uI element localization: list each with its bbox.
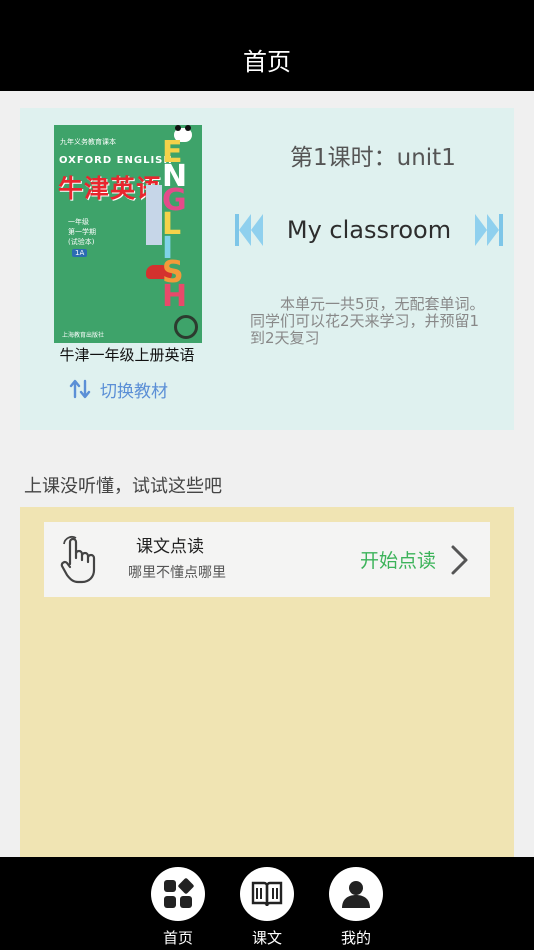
cover-letter: H: [162, 279, 188, 314]
cover-press: 上海教育出版社: [62, 332, 105, 339]
lesson-title: My classroom: [286, 216, 452, 244]
tab-mine-label: 我的: [340, 929, 371, 947]
page-title: 首页: [243, 48, 291, 76]
lesson-number: 第1课时：unit1: [290, 145, 456, 171]
practice-panel: 课文点读 哪里不懂点哪里 开始点读: [20, 507, 514, 867]
cover-badge: 1A: [72, 249, 88, 257]
practice-hint: 上课没听懂，试试这些吧: [24, 476, 222, 497]
item-title: 课文点读: [136, 537, 204, 557]
lesson-description: 本单元一共5页，无配套单词。同学们可以花2天来学习，并预留1到2天复习: [250, 295, 485, 347]
book-icon: [251, 881, 283, 907]
tab-home-label: 首页: [162, 929, 193, 947]
chevron-right-icon: [451, 545, 468, 575]
person-icon: [342, 881, 370, 908]
top-bar: 首页: [0, 0, 534, 91]
book-cover-image[interactable]: 九年义务教育课本 OXFORD ENGLISH 牛津英语 E N G L I S…: [54, 125, 202, 343]
next-lesson-icon[interactable]: [474, 212, 504, 248]
tab-home-circle: [151, 867, 205, 921]
tab-text-circle: [240, 867, 294, 921]
cover-letters: E N G L I S H: [162, 138, 202, 314]
tab-mine-circle: [329, 867, 383, 921]
tab-mine[interactable]: 我的: [321, 867, 391, 947]
grid-icon: [164, 878, 194, 908]
lesson-navigator: My classroom: [234, 208, 504, 252]
cover-grade: 一年级 第一学期 (试验本): [68, 217, 96, 247]
tower-illustration: [146, 185, 162, 245]
tab-home[interactable]: 首页: [143, 867, 213, 947]
bottom-tab-bar: 首页 课文 我的: [0, 857, 534, 950]
cover-series: OXFORD ENGLISH: [59, 155, 173, 166]
pointing-hand-icon: [60, 536, 96, 584]
tab-text-label: 课文: [251, 929, 282, 947]
previous-lesson-icon[interactable]: [234, 212, 264, 248]
start-reading-button[interactable]: 开始点读: [360, 546, 436, 573]
tab-text[interactable]: 课文: [232, 867, 302, 947]
cover-publisher-line: 九年义务教育课本: [60, 138, 116, 146]
swap-vertical-icon: [69, 379, 91, 399]
cover-grade-line: (试验本): [68, 238, 95, 246]
switch-textbook-label: 切换教材: [100, 381, 168, 402]
bike-illustration: [174, 315, 198, 339]
switch-textbook-button[interactable]: 切换教材: [68, 376, 168, 402]
course-card: 九年义务教育课本 OXFORD ENGLISH 牛津英语 E N G L I S…: [20, 108, 514, 430]
item-subtitle: 哪里不懂点哪里: [128, 565, 226, 581]
book-name: 牛津一年级上册英语: [59, 346, 195, 364]
cover-grade-line: 第一学期: [68, 228, 96, 236]
cover-grade-line: 一年级: [68, 218, 89, 226]
text-reading-item[interactable]: 课文点读 哪里不懂点哪里 开始点读: [44, 522, 490, 597]
